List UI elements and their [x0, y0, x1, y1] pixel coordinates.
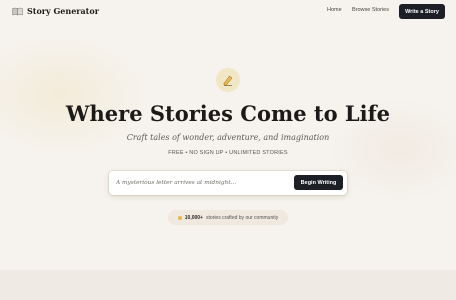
quill-badge: [216, 68, 240, 92]
status-dot-icon: [177, 215, 182, 220]
hero-subtitle: Craft tales of wonder, adventure, and im…: [126, 133, 330, 142]
community-text: stories crafted by our community: [205, 214, 279, 221]
brand-name: Story Generator: [27, 6, 99, 16]
story-prompt-box: Begin Writing: [109, 171, 347, 195]
nav-home-link[interactable]: Home: [327, 7, 342, 13]
nav-browse-stories-link[interactable]: Browse Stories: [352, 7, 389, 13]
page-title: Where Stories Come to Life: [65, 101, 391, 126]
top-nav: Story Generator Home Browse Stories Writ…: [0, 0, 456, 24]
story-count: 10,000+: [184, 214, 203, 221]
brand-logo[interactable]: Story Generator: [12, 6, 99, 16]
community-badge: 10,000+ stories crafted by our community: [168, 210, 288, 225]
begin-writing-button[interactable]: Begin Writing: [294, 175, 343, 190]
feature-tagline: FREE • NO SIGN UP • UNLIMITED STORIES: [168, 150, 288, 156]
write-a-story-button[interactable]: Write a Story: [399, 4, 445, 19]
story-prompt-input[interactable]: [116, 176, 276, 190]
footer-band: [0, 270, 456, 300]
quill-icon: [223, 75, 233, 86]
open-book-icon: [12, 7, 23, 15]
